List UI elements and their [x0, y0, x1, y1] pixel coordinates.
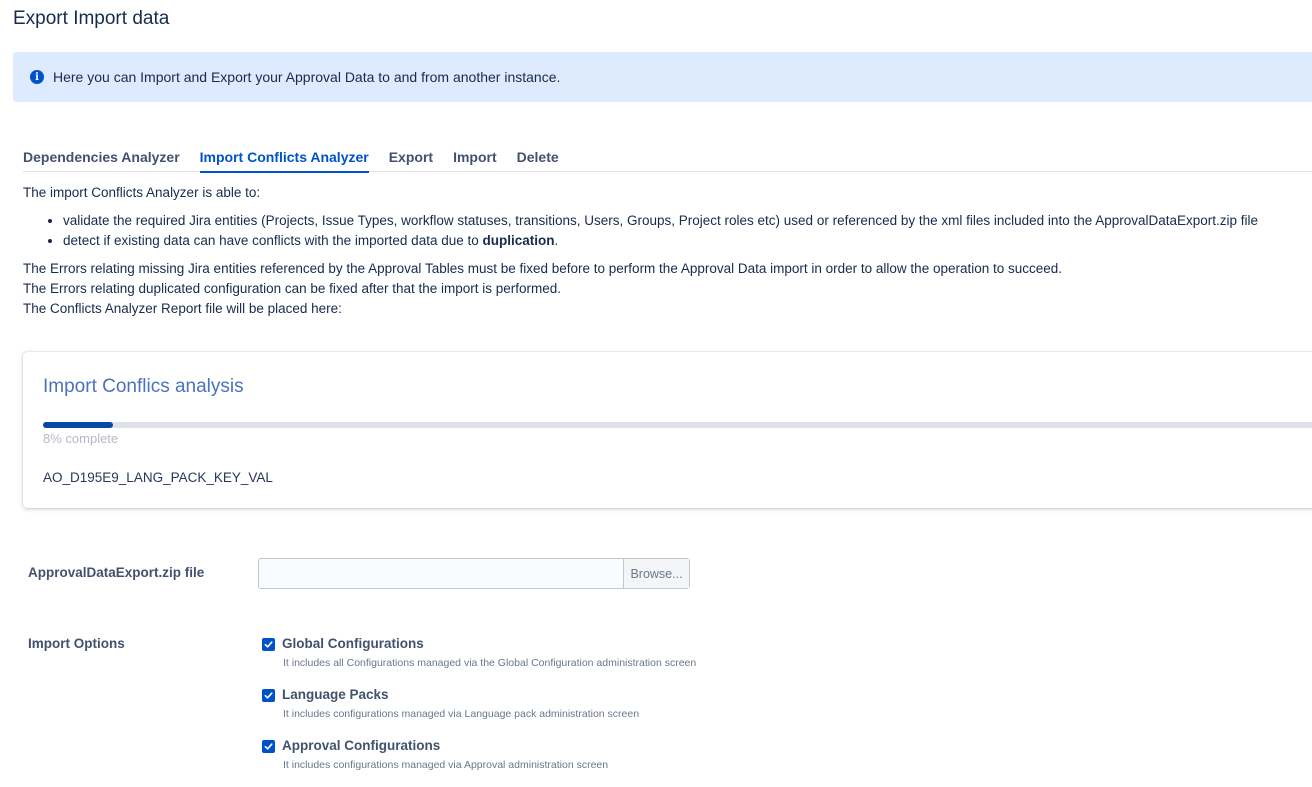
info-icon: i: [30, 70, 44, 84]
option-description: It includes configurations managed via L…: [283, 708, 640, 720]
info-banner: i Here you can Import and Export your Ap…: [13, 52, 1312, 102]
tab-bar: Dependencies Analyzer Import Conflicts A…: [23, 146, 1312, 173]
info-banner-text: Here you can Import and Export your Appr…: [53, 69, 561, 85]
file-input[interactable]: Browse...: [258, 558, 690, 589]
checkmark-icon: [264, 641, 273, 648]
checkmark-icon: [264, 743, 273, 750]
analysis-card: Import Conflics analysis 8% complete AO_…: [23, 352, 1312, 508]
progress-bar: [43, 422, 1312, 428]
browse-button[interactable]: Browse...: [623, 559, 689, 588]
progress-bar-fill: [43, 422, 113, 428]
tab-dependencies-analyzer[interactable]: Dependencies Analyzer: [23, 146, 180, 172]
option-label[interactable]: Global Configurations: [282, 636, 424, 651]
tab-export[interactable]: Export: [389, 146, 433, 172]
description-notes: The Errors relating missing Jira entitie…: [23, 259, 1308, 319]
approval-configurations-checkbox[interactable]: [262, 740, 275, 753]
capabilities-list: validate the required Jira entities (Pro…: [23, 211, 1308, 251]
description-intro: The import Conflicts Analyzer is able to…: [23, 185, 261, 200]
progress-text: 8% complete: [43, 431, 119, 446]
list-item: validate the required Jira entities (Pro…: [63, 211, 1308, 231]
note-report-location: The Conflicts Analyzer Report file will …: [23, 301, 342, 316]
file-name-field[interactable]: [259, 559, 623, 588]
tab-import-conflicts-analyzer[interactable]: Import Conflicts Analyzer: [199, 146, 369, 173]
bullet-detect-prefix: detect if existing data can have conflic…: [63, 233, 483, 248]
note-duplicated-config: The Errors relating duplicated configura…: [23, 281, 562, 296]
global-configurations-checkbox[interactable]: [262, 638, 275, 651]
current-table-name: AO_D195E9_LANG_PACK_KEY_VAL: [43, 470, 273, 485]
analyzer-description: The import Conflicts Analyzer is able to…: [23, 183, 1308, 319]
option-description: It includes configurations managed via A…: [283, 759, 609, 771]
checkmark-icon: [264, 692, 273, 699]
language-packs-checkbox[interactable]: [262, 689, 275, 702]
tab-delete[interactable]: Delete: [517, 146, 559, 172]
list-item: detect if existing data can have conflic…: [63, 231, 1308, 251]
import-options-label: Import Options: [28, 636, 125, 651]
option-label[interactable]: Approval Configurations: [282, 738, 440, 753]
file-field-label: ApprovalDataExport.zip file: [28, 565, 205, 580]
bullet-validate-text: validate the required Jira entities (Pro…: [63, 213, 1259, 228]
option-description: It includes all Configurations managed v…: [283, 657, 697, 669]
bullet-detect-bold: duplication: [482, 233, 555, 248]
option-label[interactable]: Language Packs: [282, 687, 389, 702]
analysis-title: Import Conflics analysis: [43, 376, 244, 397]
note-missing-entities: The Errors relating missing Jira entitie…: [23, 261, 1063, 276]
tab-import[interactable]: Import: [453, 146, 497, 172]
bullet-detect-suffix: .: [554, 233, 559, 248]
export-import-page: Export Import data i Here you can Import…: [0, 0, 1312, 787]
page-title: Export Import data: [13, 8, 170, 29]
